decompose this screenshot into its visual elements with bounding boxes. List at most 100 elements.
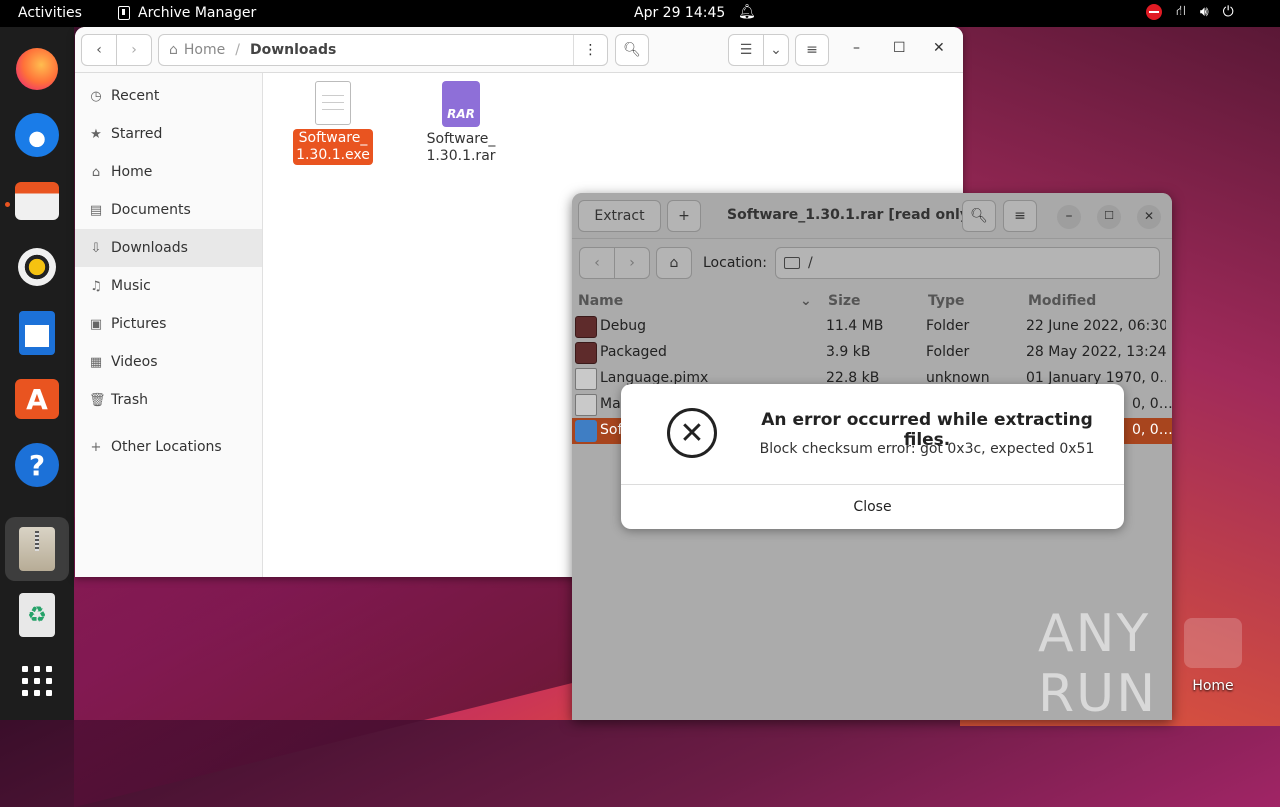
- files-header: ‹ › ⌂ Home / Downloads ⋮ 🔍︎ ☰ ⌄ ≡ – ☐ ✕: [75, 27, 963, 73]
- sidebar-item-label: Music: [111, 278, 151, 294]
- home-icon: ⌂: [669, 255, 679, 271]
- dialog-close-button[interactable]: Close: [621, 485, 1124, 529]
- top-bar: Activities Archive Manager Apr 29 14:45 …: [0, 0, 1280, 27]
- chevron-down-icon: ⌄: [770, 42, 782, 58]
- archive-header: Extract + Software_1.30.1.rar [read only…: [572, 193, 1172, 239]
- download-icon: ⇩: [90, 240, 102, 256]
- home-button[interactable]: ⌂: [656, 247, 692, 279]
- sidebar-item-music[interactable]: ♫ Music: [75, 267, 262, 305]
- rhythmbox-icon[interactable]: [13, 243, 61, 291]
- writer-icon[interactable]: [13, 309, 61, 357]
- home-icon: ⌂: [91, 164, 101, 180]
- forward-button[interactable]: ›: [614, 247, 650, 279]
- activities-button[interactable]: Activities: [18, 5, 82, 21]
- sort-chevron-icon[interactable]: ⌄: [800, 293, 812, 309]
- breadcrumb-separator: /: [235, 42, 240, 58]
- file-item-exe[interactable]: Software_ 1.30.1.exe: [293, 81, 373, 165]
- sidebar-item-label: Videos: [111, 354, 158, 370]
- sidebar-item-label: Home: [111, 164, 153, 180]
- app-name: Archive Manager: [138, 5, 257, 21]
- search-button[interactable]: 🔍︎: [962, 200, 996, 232]
- back-button[interactable]: ‹: [579, 247, 615, 279]
- sidebar-item-downloads[interactable]: ⇩ Downloads: [75, 229, 262, 267]
- sidebar-item-label: Pictures: [111, 316, 167, 332]
- show-apps-icon[interactable]: [13, 657, 61, 705]
- sidebar-item-label: Other Locations: [111, 439, 222, 455]
- path-menu-icon[interactable]: ⋮: [573, 35, 607, 65]
- sidebar-item-videos[interactable]: ▦ Videos: [75, 343, 262, 381]
- hamburger-icon: ≡: [1014, 208, 1026, 224]
- cell-name: Packaged: [600, 344, 667, 360]
- sidebar-item-trash[interactable]: 🗑︎ Trash: [75, 381, 262, 419]
- desktop-home-label[interactable]: Home: [1180, 678, 1246, 694]
- forward-button[interactable]: ›: [116, 34, 152, 66]
- maximize-button[interactable]: ☐: [893, 40, 906, 56]
- network-icon: ⛙: [1176, 3, 1186, 19]
- sidebar-item-documents[interactable]: ▤ Documents: [75, 191, 262, 229]
- trash-icon: 🗑︎: [89, 392, 106, 408]
- extract-button[interactable]: Extract: [578, 200, 661, 232]
- files-icon[interactable]: [13, 177, 61, 225]
- app-menu[interactable]: Archive Manager: [118, 5, 256, 21]
- maximize-button[interactable]: ☐: [1097, 205, 1121, 229]
- cell-size: 3.9 kB: [826, 344, 871, 360]
- column-size[interactable]: Size: [828, 293, 861, 309]
- archive-app-icon: [118, 6, 130, 20]
- archive-manager-icon[interactable]: [5, 517, 69, 581]
- location-field[interactable]: /: [775, 247, 1160, 279]
- column-modified[interactable]: Modified: [1028, 293, 1096, 309]
- menu-button[interactable]: ≡: [1003, 200, 1037, 232]
- sidebar-item-pictures[interactable]: ▣ Pictures: [75, 305, 262, 343]
- sidebar-item-label: Recent: [111, 88, 160, 104]
- trash-icon[interactable]: ♻: [13, 591, 61, 639]
- star-icon: ★: [90, 126, 102, 142]
- cell-modified: 0, 0…: [1132, 396, 1172, 412]
- window-title: Software_1.30.1.rar [read only]: [727, 207, 976, 223]
- file-item-rar[interactable]: RAR Software_ 1.30.1.rar: [421, 81, 501, 165]
- column-name[interactable]: Name: [578, 293, 623, 309]
- video-icon: ▦: [89, 354, 103, 370]
- view-list-button[interactable]: ☰: [728, 34, 764, 66]
- unknown-file-icon: [575, 368, 597, 390]
- minimize-button[interactable]: –: [853, 40, 860, 56]
- back-button[interactable]: ‹: [81, 34, 117, 66]
- table-row[interactable]: Debug 11.4 MB Folder 22 June 2022, 06:30: [572, 314, 1172, 340]
- cell-size: 11.4 MB: [826, 318, 884, 334]
- add-files-button[interactable]: +: [667, 200, 701, 232]
- search-button[interactable]: 🔍︎: [615, 34, 649, 66]
- plus-icon: +: [678, 208, 690, 224]
- text-file-icon: [315, 81, 351, 125]
- thunderbird-icon[interactable]: [13, 111, 61, 159]
- close-button[interactable]: ✕: [1137, 205, 1161, 229]
- clock[interactable]: Apr 29 14:45: [634, 5, 725, 21]
- search-icon: 🔍︎: [623, 42, 641, 58]
- column-headers: Name ⌄ Size Type Modified: [572, 293, 1172, 313]
- table-row[interactable]: Packaged 3.9 kB Folder 28 May 2022, 13:24: [572, 340, 1172, 366]
- minimize-button[interactable]: –: [1057, 205, 1081, 229]
- dock: A ? ♻: [0, 27, 74, 720]
- software-icon[interactable]: A: [13, 375, 61, 423]
- bell-icon[interactable]: 🔔︎: [738, 4, 756, 20]
- cell-modified: 22 June 2022, 06:30: [1026, 318, 1166, 334]
- help-icon[interactable]: ?: [13, 441, 61, 489]
- sidebar-item-starred[interactable]: ★ Starred: [75, 115, 262, 153]
- breadcrumb-home[interactable]: Home: [184, 42, 225, 58]
- menu-button[interactable]: ≡: [795, 34, 829, 66]
- sidebar-item-home[interactable]: ⌂ Home: [75, 153, 262, 191]
- firefox-icon[interactable]: [13, 45, 61, 93]
- column-type[interactable]: Type: [928, 293, 965, 309]
- clock-icon: ◷: [90, 88, 102, 104]
- cell-modified: 28 May 2022, 13:24: [1026, 344, 1166, 360]
- home-folder-icon[interactable]: [1184, 618, 1242, 668]
- breadcrumb-current[interactable]: Downloads: [250, 42, 336, 58]
- document-icon: ▤: [89, 202, 103, 218]
- close-button[interactable]: ✕: [933, 40, 945, 56]
- sidebar-item-other-locations[interactable]: + Other Locations: [75, 428, 262, 466]
- sidebar-item-recent[interactable]: ◷ Recent: [75, 77, 262, 115]
- sidebar-item-label: Starred: [111, 126, 163, 142]
- recording-indicator-icon[interactable]: [1146, 4, 1162, 20]
- cell-type: Folder: [926, 318, 970, 334]
- error-circle-x-icon: ✕: [667, 408, 717, 458]
- view-options-button[interactable]: ⌄: [763, 34, 789, 66]
- system-tray[interactable]: ⛙ 🔊︎ ⏻: [1146, 3, 1234, 21]
